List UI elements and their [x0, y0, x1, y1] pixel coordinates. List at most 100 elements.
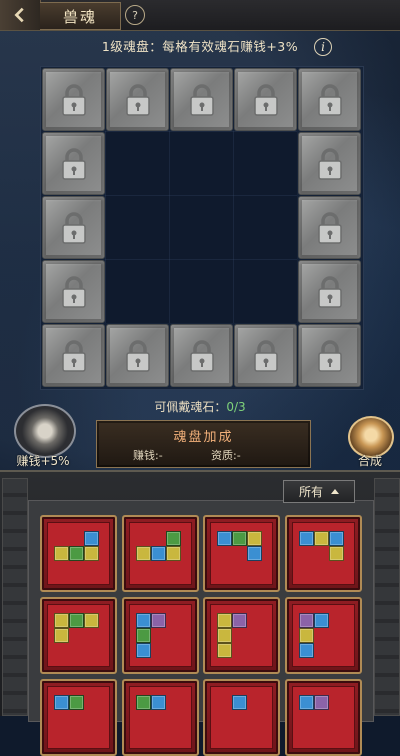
lock-icon — [125, 83, 150, 116]
stone-block — [54, 628, 69, 643]
soul-stone-card[interactable] — [203, 679, 280, 756]
stone-block — [136, 643, 151, 658]
locked-slot[interactable] — [234, 68, 297, 131]
lock-icon — [61, 275, 86, 308]
lock-icon — [253, 339, 278, 372]
back-button[interactable] — [0, 0, 41, 30]
synthesize-label: 合成 — [357, 454, 382, 468]
stone-block — [151, 613, 166, 628]
bonus-title: 魂盘加成 — [173, 430, 234, 445]
stone-block — [69, 613, 84, 628]
level-description: 1级魂盘：每格有效魂石赚钱+3% — [101, 39, 299, 54]
locked-slot[interactable] — [106, 68, 169, 131]
soul-stone-card[interactable] — [285, 679, 362, 756]
locked-slot[interactable] — [234, 324, 297, 387]
top-bar: 兽魂 ? — [0, 0, 400, 31]
frame-decoration — [374, 478, 400, 716]
page-title: 兽魂 — [40, 2, 121, 30]
stone-block — [232, 695, 247, 710]
stone-block — [136, 695, 151, 710]
stone-block — [314, 531, 329, 546]
stone-block — [232, 531, 247, 546]
lock-icon — [317, 83, 342, 116]
lock-icon — [125, 339, 150, 372]
soul-stone-card[interactable] — [122, 597, 199, 674]
soul-stone-card[interactable] — [285, 515, 362, 592]
filter-dropdown[interactable]: 所有 — [283, 480, 355, 503]
filter-selected: 所有 — [298, 485, 323, 499]
lock-icon — [61, 211, 86, 244]
stone-block — [299, 628, 314, 643]
bonus-aptitude: 资质:- — [211, 449, 241, 462]
stone-block — [166, 531, 181, 546]
soul-stone-card[interactable] — [122, 515, 199, 592]
capacity-label: 可佩戴魂石： — [154, 400, 227, 414]
stone-block — [329, 531, 344, 546]
stone-block — [217, 531, 232, 546]
locked-slot[interactable] — [42, 132, 105, 195]
stone-block — [329, 546, 344, 561]
stone-block — [217, 643, 232, 658]
stone-block — [166, 546, 181, 561]
stone-block — [247, 546, 262, 561]
locked-slot[interactable] — [298, 68, 361, 131]
stone-block — [314, 613, 329, 628]
help-icon[interactable]: ? — [125, 5, 145, 25]
soul-stone-card[interactable] — [285, 597, 362, 674]
locked-slot[interactable] — [298, 324, 361, 387]
soul-stone-card[interactable] — [203, 597, 280, 674]
board-bonus-panel: 魂盘加成 赚钱:- 资质:- — [96, 420, 311, 468]
stone-block — [84, 613, 99, 628]
stone-block — [136, 546, 151, 561]
lock-icon — [61, 339, 86, 372]
lock-icon — [317, 339, 342, 372]
locked-slot[interactable] — [42, 68, 105, 131]
stone-block — [54, 695, 69, 710]
capacity-count: 0/3 — [226, 400, 246, 414]
soul-stone-card[interactable] — [40, 515, 117, 592]
stone-block — [136, 613, 151, 628]
stone-block — [136, 628, 151, 643]
stone-block — [54, 546, 69, 561]
locked-slot[interactable] — [42, 196, 105, 259]
lock-icon — [317, 147, 342, 180]
stone-block — [299, 643, 314, 658]
stone-block — [84, 546, 99, 561]
stone-block — [69, 695, 84, 710]
locked-slot[interactable] — [106, 324, 169, 387]
stone-block — [151, 695, 166, 710]
lock-icon — [317, 211, 342, 244]
bonus-earn: 赚钱:- — [133, 449, 163, 462]
back-arrow-icon — [14, 7, 24, 23]
locked-slot[interactable] — [170, 324, 233, 387]
board-center — [105, 131, 297, 323]
earn-bonus-orb-button[interactable] — [14, 404, 76, 458]
lock-icon — [317, 275, 342, 308]
lock-icon — [61, 147, 86, 180]
info-icon[interactable]: i — [314, 38, 332, 56]
stone-block — [217, 613, 232, 628]
locked-slot[interactable] — [298, 132, 361, 195]
stone-block — [299, 613, 314, 628]
soul-stone-card[interactable] — [203, 515, 280, 592]
locked-slot[interactable] — [170, 68, 233, 131]
soul-stone-card[interactable] — [40, 679, 117, 756]
locked-slot[interactable] — [42, 324, 105, 387]
stone-block — [151, 546, 166, 561]
frame-decoration — [2, 478, 28, 716]
soul-stone-card[interactable] — [122, 679, 199, 756]
stone-block — [84, 531, 99, 546]
locked-slot[interactable] — [42, 260, 105, 323]
dropdown-arrow-icon — [331, 489, 339, 494]
stone-block — [247, 531, 262, 546]
locked-slot[interactable] — [298, 260, 361, 323]
earn-bonus-label: 赚钱+5% — [16, 454, 70, 468]
soul-stone-card[interactable] — [40, 597, 117, 674]
locked-slot[interactable] — [298, 196, 361, 259]
stone-block — [217, 628, 232, 643]
stone-block — [299, 695, 314, 710]
lock-icon — [61, 83, 86, 116]
lock-icon — [253, 83, 278, 116]
stone-block — [54, 613, 69, 628]
stone-block — [69, 546, 84, 561]
